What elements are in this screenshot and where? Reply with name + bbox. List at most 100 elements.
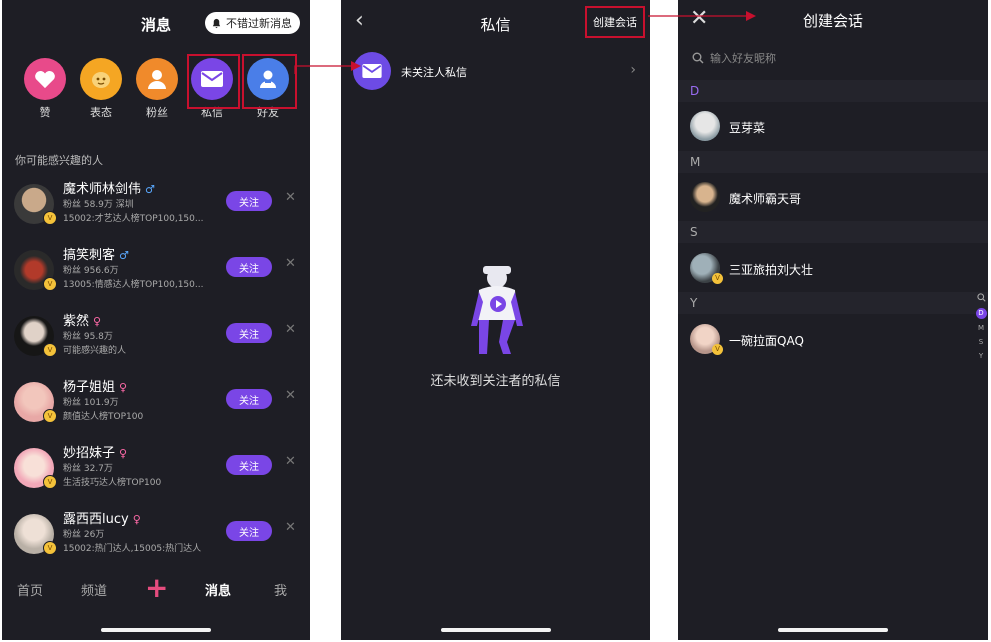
- notification-tip-button[interactable]: 不错过新消息: [205, 12, 300, 34]
- list-item[interactable]: V 搞笑刺客 ♂ 粉丝 956.6万 13005:情感达人榜TOP100,150.…: [2, 241, 310, 307]
- list-item[interactable]: V 紫然 ♀ 粉丝 95.8万 可能感兴趣的人 关注 ✕: [2, 307, 310, 373]
- dismiss-icon[interactable]: ✕: [285, 388, 296, 403]
- nav-me[interactable]: 我: [274, 580, 287, 599]
- gender-icon: ♂: [119, 249, 129, 262]
- category-reactions[interactable]: 表态: [73, 58, 129, 120]
- contact-name: 一碗拉面QAQ: [729, 334, 804, 348]
- letter-header: S: [678, 221, 988, 243]
- home-indicator: [440, 628, 551, 632]
- alphabet-index[interactable]: D M S Y: [975, 293, 987, 363]
- verified-badge: V: [43, 277, 57, 291]
- emoji-icon: [92, 72, 110, 88]
- index-letter[interactable]: S: [975, 335, 987, 349]
- gender-icon: ♀: [132, 513, 141, 526]
- follow-button[interactable]: 关注: [226, 389, 272, 409]
- user-followers: 粉丝 32.7万: [63, 464, 113, 474]
- create-conversation-screen: ✕ 创建会话 输入好友昵称 D 豆芽菜 M 魔术师霸天哥 S V 三亚旅拍刘大壮…: [678, 0, 988, 640]
- flow-arrow: [294, 61, 361, 74]
- create-post-icon[interactable]: +: [145, 574, 168, 602]
- dismiss-icon[interactable]: ✕: [285, 454, 296, 469]
- user-followers: 粉丝 58.9万 深圳: [63, 200, 134, 210]
- user-name: 搞笑刺客 ♂: [63, 248, 129, 263]
- list-item[interactable]: V 妙招妹子 ♀ 粉丝 32.7万 生活技巧达人榜TOP100 关注 ✕: [2, 439, 310, 505]
- contact-item[interactable]: V 一碗拉面QAQ: [678, 320, 988, 366]
- index-letter[interactable]: D: [975, 308, 987, 319]
- gender-icon: ♀: [119, 447, 128, 460]
- verified-badge: V: [43, 211, 57, 225]
- search-placeholder: 输入好友昵称: [710, 52, 776, 65]
- index-letter[interactable]: M: [975, 321, 987, 335]
- section-title: 你可能感兴趣的人: [15, 154, 103, 167]
- user-followers: 粉丝 95.8万: [63, 332, 113, 342]
- nav-channel[interactable]: 频道: [81, 580, 107, 599]
- list-item[interactable]: V 露西西lucy ♀ 粉丝 26万 15002:热门达人,15005:热门达人 …: [2, 505, 310, 571]
- user-tags: 15002:热门达人,15005:热门达人: [63, 544, 202, 554]
- empty-state-illustration: [465, 266, 527, 360]
- nav-messages[interactable]: 消息: [205, 580, 231, 599]
- category-label: 粉丝: [146, 106, 168, 119]
- gender-icon: ♂: [145, 183, 155, 196]
- gender-icon: ♀: [93, 315, 102, 328]
- direct-messages-screen: ‹ 私信 创建会话 未关注人私信 › 还未收到关注者的私信: [341, 0, 650, 640]
- user-name: 紫然 ♀: [63, 314, 102, 329]
- follow-button[interactable]: 关注: [226, 455, 272, 475]
- letter-header: Y: [678, 292, 988, 314]
- user-name: 妙招妹子 ♀: [63, 446, 128, 461]
- create-conversation-button[interactable]: 创建会话: [585, 6, 645, 38]
- dismiss-icon[interactable]: ✕: [285, 520, 296, 535]
- category-likes[interactable]: 赞: [17, 58, 73, 120]
- search-icon[interactable]: [975, 293, 987, 307]
- tip-label: 不错过新消息: [226, 17, 292, 30]
- list-item[interactable]: V 魔术师林剑伟 ♂ 粉丝 58.9万 深圳 15002:才艺达人榜TOP100,…: [2, 175, 310, 241]
- gender-icon: ♀: [119, 381, 128, 394]
- avatar: [690, 182, 720, 212]
- user-tags: 生活技巧达人榜TOP100: [63, 478, 162, 488]
- user-tags: 15002:才艺达人榜TOP100,150...: [63, 214, 204, 224]
- search-icon: [692, 52, 704, 64]
- chevron-right-icon: ›: [630, 62, 636, 78]
- contact-item[interactable]: 魔术师霸天哥: [678, 178, 988, 224]
- letter-header: D: [678, 80, 988, 102]
- nav-home[interactable]: 首页: [17, 580, 43, 599]
- follow-button[interactable]: 关注: [226, 257, 272, 277]
- dismiss-icon[interactable]: ✕: [285, 256, 296, 271]
- list-item[interactable]: V 杨子姐姐 ♀ 粉丝 101.9万 颜值达人榜TOP100 关注 ✕: [2, 373, 310, 439]
- verified-badge: V: [43, 475, 57, 489]
- dismiss-icon[interactable]: ✕: [285, 190, 296, 205]
- index-letter[interactable]: Y: [975, 349, 987, 363]
- home-indicator: [101, 628, 211, 632]
- follow-button[interactable]: 关注: [226, 521, 272, 541]
- user-tags: 颜值达人榜TOP100: [63, 412, 144, 422]
- avatar: [690, 111, 720, 141]
- user-name: 魔术师林剑伟 ♂: [63, 182, 155, 197]
- search-input[interactable]: 输入好友昵称: [692, 50, 776, 66]
- verified-badge: V: [43, 343, 57, 357]
- contact-name: 三亚旅拍刘大壮: [729, 263, 814, 277]
- verified-badge: V: [43, 541, 57, 555]
- verified-badge: V: [712, 344, 723, 355]
- heart-icon: [35, 70, 55, 89]
- contact-item[interactable]: 豆芽菜: [678, 107, 988, 153]
- user-tags: 可能感兴趣的人: [63, 346, 127, 356]
- user-name: 杨子姐姐 ♀: [63, 380, 128, 395]
- letter-header: M: [678, 151, 988, 173]
- flow-arrow: [648, 11, 756, 21]
- bell-icon: [212, 18, 221, 28]
- user-followers: 粉丝 101.9万: [63, 398, 119, 408]
- row-label: 未关注人私信: [401, 66, 467, 79]
- category-label: 赞: [39, 106, 51, 119]
- empty-state-text: 还未收到关注者的私信: [430, 374, 561, 389]
- user-name: 露西西lucy ♀: [63, 512, 141, 527]
- contact-name: 魔术师霸天哥: [729, 192, 802, 206]
- messages-screen: 消息 不错过新消息 赞 表态 粉丝 私信 好友 你可能感兴趣的人 V 魔术师林剑…: [2, 0, 310, 640]
- follow-button[interactable]: 关注: [226, 191, 272, 211]
- contact-name: 豆芽菜: [729, 121, 766, 135]
- home-indicator: [778, 628, 888, 632]
- user-followers: 粉丝 26万: [63, 530, 105, 540]
- unfollowed-messages-row[interactable]: 未关注人私信 ›: [341, 52, 650, 94]
- contact-item[interactable]: V 三亚旅拍刘大壮: [678, 249, 988, 295]
- dismiss-icon[interactable]: ✕: [285, 322, 296, 337]
- follow-button[interactable]: 关注: [226, 323, 272, 343]
- category-fans[interactable]: 粉丝: [129, 58, 185, 120]
- user-followers: 粉丝 956.6万: [63, 266, 119, 276]
